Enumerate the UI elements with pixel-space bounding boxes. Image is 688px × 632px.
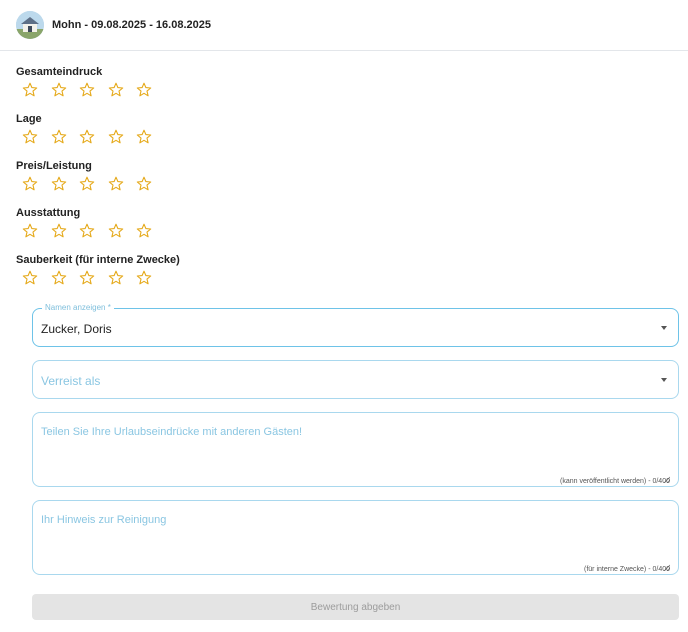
star-icon[interactable] bbox=[108, 129, 124, 145]
review-header: Mohn - 09.08.2025 - 16.08.2025 bbox=[0, 0, 688, 51]
rating-label: Sauberkeit (für interne Zwecke) bbox=[16, 254, 180, 266]
review-form: Namen anzeigen * Zucker, Doris Verreist … bbox=[32, 303, 679, 575]
experience-textarea[interactable]: Teilen Sie Ihre Urlaubseindrücke mit and… bbox=[32, 412, 679, 487]
rating-group: Sauberkeit (für interne Zwecke) bbox=[16, 253, 688, 289]
rating-group: Ausstattung bbox=[16, 206, 688, 242]
name-select-value: Zucker, Doris bbox=[41, 322, 112, 336]
star-icon[interactable] bbox=[22, 129, 38, 145]
star-icon[interactable] bbox=[22, 223, 38, 239]
chevron-down-icon[interactable] bbox=[661, 378, 667, 382]
rating-group: Gesamteindruck bbox=[16, 65, 688, 101]
page-title: Mohn - 09.08.2025 - 16.08.2025 bbox=[52, 19, 211, 31]
rating-label: Lage bbox=[16, 113, 42, 125]
star-icon[interactable] bbox=[136, 270, 152, 286]
star-icon[interactable] bbox=[51, 270, 67, 286]
rating-group: Lage bbox=[16, 112, 688, 148]
cleaning-note-placeholder: Ihr Hinweis zur Reinigung bbox=[41, 514, 167, 526]
star-icon[interactable] bbox=[108, 270, 124, 286]
star-icon[interactable] bbox=[108, 223, 124, 239]
star-icon[interactable] bbox=[51, 176, 67, 192]
star-icon[interactable] bbox=[79, 223, 95, 239]
cleaning-note-counter: (für interne Zwecke) - 0/400 bbox=[584, 566, 670, 573]
name-select-label: Namen anzeigen * bbox=[42, 303, 114, 312]
star-icon[interactable] bbox=[136, 129, 152, 145]
star-icon[interactable] bbox=[79, 176, 95, 192]
star-icon[interactable] bbox=[136, 82, 152, 98]
review-card: Mohn - 09.08.2025 - 16.08.2025 Gesamtein… bbox=[0, 0, 688, 632]
chevron-down-icon[interactable] bbox=[661, 326, 667, 330]
house-photo-icon bbox=[16, 11, 44, 39]
experience-placeholder: Teilen Sie Ihre Urlaubseindrücke mit and… bbox=[41, 426, 303, 438]
star-icon[interactable] bbox=[79, 82, 95, 98]
star-icon[interactable] bbox=[79, 129, 95, 145]
travel-type-placeholder: Verreist als bbox=[41, 374, 101, 388]
star-rating[interactable] bbox=[22, 126, 688, 148]
star-icon[interactable] bbox=[51, 223, 67, 239]
cleaning-note-textarea[interactable]: Ihr Hinweis zur Reinigung (für interne Z… bbox=[32, 500, 679, 575]
star-icon[interactable] bbox=[22, 176, 38, 192]
star-icon[interactable] bbox=[136, 176, 152, 192]
resize-handle-icon[interactable] bbox=[663, 558, 671, 572]
experience-counter: (kann veröffentlicht werden) - 0/400 bbox=[560, 478, 670, 485]
travel-type-select[interactable]: Verreist als bbox=[32, 360, 679, 399]
star-rating[interactable] bbox=[22, 79, 688, 101]
name-select[interactable]: Namen anzeigen * Zucker, Doris bbox=[32, 303, 679, 347]
star-icon[interactable] bbox=[51, 129, 67, 145]
star-icon[interactable] bbox=[108, 82, 124, 98]
star-icon[interactable] bbox=[108, 176, 124, 192]
star-icon[interactable] bbox=[22, 270, 38, 286]
resize-handle-icon[interactable] bbox=[663, 470, 671, 484]
star-icon[interactable] bbox=[22, 82, 38, 98]
star-rating[interactable] bbox=[22, 220, 688, 242]
star-icon[interactable] bbox=[79, 270, 95, 286]
rating-label: Ausstattung bbox=[16, 207, 81, 219]
ratings-section: Gesamteindruck Lage Preis/Leistung Ausstatt… bbox=[0, 51, 688, 289]
rating-group: Preis/Leistung bbox=[16, 159, 688, 195]
star-icon[interactable] bbox=[136, 223, 152, 239]
submit-review-button[interactable]: Bewertung abgeben bbox=[32, 594, 679, 620]
star-rating[interactable] bbox=[22, 173, 688, 195]
star-rating[interactable] bbox=[22, 267, 688, 289]
star-icon[interactable] bbox=[51, 82, 67, 98]
rating-label: Preis/Leistung bbox=[16, 160, 92, 172]
rating-label: Gesamteindruck bbox=[16, 66, 103, 78]
